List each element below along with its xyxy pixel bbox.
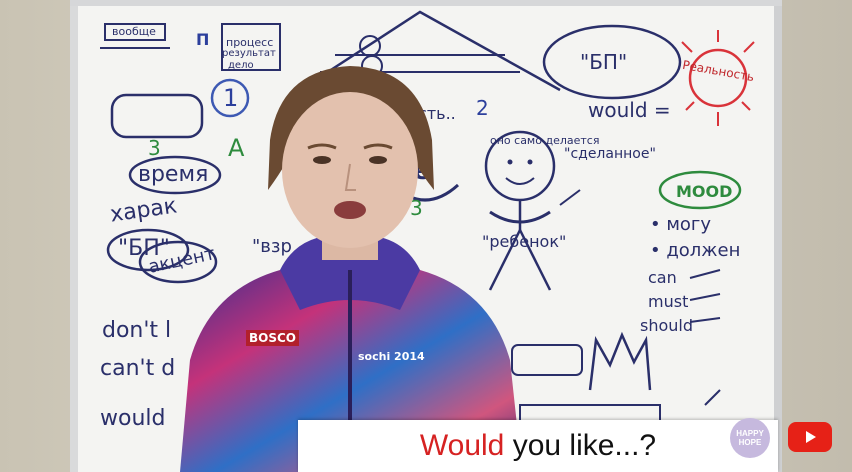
subtitle-caption: Would you like...? [298,420,778,472]
badge-line2: HOPE [738,438,762,447]
channel-watermark[interactable]: HAPPY HOPE [730,418,770,458]
board-text-would-left: would [100,406,166,431]
board-text-mogu: • могу [650,214,712,235]
board-text-three-a: 3 [148,136,161,160]
board-text-can: can [648,268,677,287]
board-text-must: must [648,292,689,311]
board-text-mood: MOOD [676,182,733,201]
crown-drawing [588,331,652,391]
board-text-dont: don't l [102,318,172,343]
board-text-rezultat: результат [222,48,276,59]
play-triangle-icon [806,431,816,443]
board-text-sdelannoe: "сделанное" [564,146,656,162]
board-text-voobshe: вообще [112,25,156,38]
caption-accent-word: Would [419,429,505,462]
youtube-logo-icon[interactable] [788,422,832,452]
jacket-logo-sochi: sochi 2014 [358,350,425,363]
board-text-cant: can't d [100,356,176,381]
presenter-person [180,66,522,472]
caption-rest: you like...? [504,429,657,462]
caption-text: Would you like...? [420,429,656,463]
board-text-would-right: would = [588,98,671,122]
jacket-logo-bosco: BOSCO [246,330,299,346]
board-text-dolzhen: • должен [650,240,741,261]
board-text-p: П [196,30,210,49]
board-text-bp-right: "БП" [580,50,628,74]
video-frame: вообще процесс результат дело П 1 2 3 A … [0,0,852,472]
badge-line1: HAPPY [736,429,764,438]
board-text-should: should [640,316,694,335]
